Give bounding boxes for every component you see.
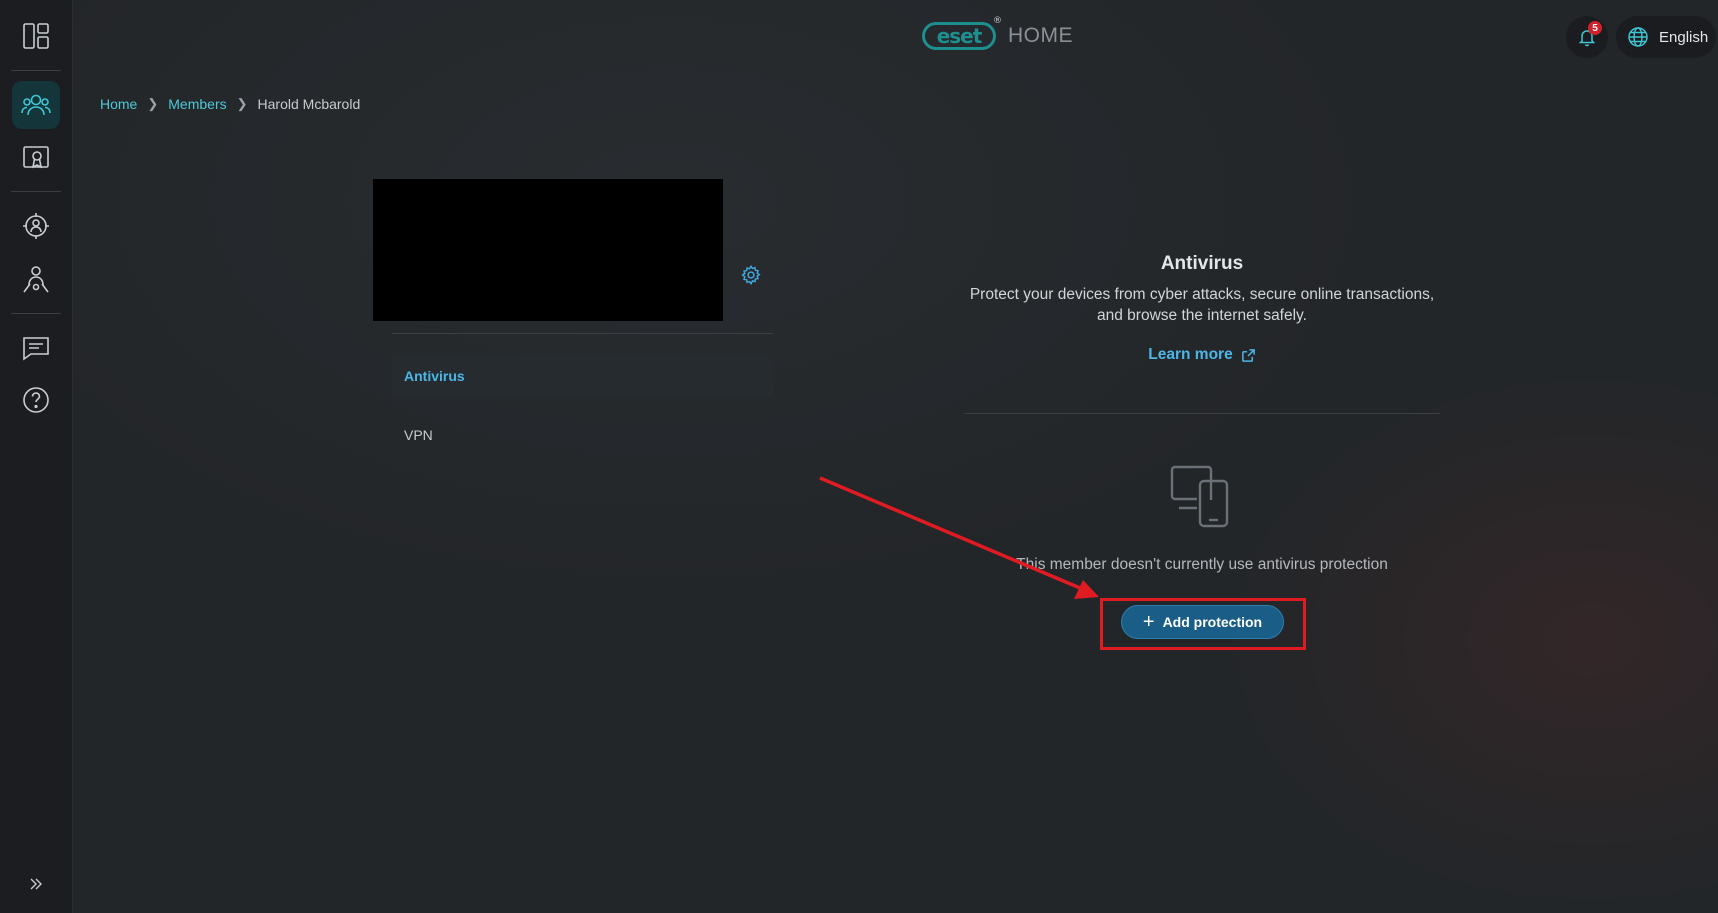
language-selector[interactable]: English bbox=[1616, 16, 1716, 58]
divider bbox=[964, 413, 1440, 414]
breadcrumb-current: Harold Mcbarold bbox=[257, 96, 361, 112]
sidebar-divider bbox=[11, 70, 61, 71]
learn-more-link[interactable]: Learn more bbox=[1148, 346, 1255, 364]
sidebar-divider bbox=[11, 313, 61, 314]
empty-state-text: This member doesn't currently use antivi… bbox=[1016, 556, 1388, 573]
antivirus-panel: Antivirus Protect your devices from cybe… bbox=[964, 246, 1440, 364]
divider bbox=[392, 333, 773, 334]
chevron-right-icon: ❯ bbox=[236, 96, 248, 111]
menu-item-antivirus[interactable]: Antivirus bbox=[392, 355, 773, 397]
breadcrumb-home[interactable]: Home bbox=[100, 96, 137, 112]
globe-icon bbox=[1628, 27, 1648, 47]
help-icon bbox=[23, 387, 49, 413]
sidebar-item-licenses[interactable] bbox=[12, 134, 60, 182]
notifications-button[interactable]: 5 bbox=[1566, 16, 1608, 58]
logo-suffix: HOME bbox=[1008, 24, 1073, 47]
sidebar-item-security[interactable] bbox=[12, 202, 60, 250]
chevron-right-icon: ❯ bbox=[147, 96, 159, 111]
learn-more-label: Learn more bbox=[1148, 346, 1233, 363]
sidebar-expand-button[interactable] bbox=[22, 872, 50, 896]
dashboard-icon bbox=[23, 23, 49, 49]
sidebar bbox=[0, 0, 73, 913]
family-icon bbox=[23, 266, 49, 293]
security-icon bbox=[23, 213, 49, 239]
sidebar-item-family[interactable] bbox=[12, 255, 60, 303]
logo-text: eset bbox=[936, 24, 983, 48]
breadcrumb-members[interactable]: Members bbox=[168, 96, 226, 112]
sidebar-item-dashboard[interactable] bbox=[12, 12, 60, 60]
member-image-redacted bbox=[373, 179, 723, 321]
annotation-highlight-box bbox=[1100, 598, 1306, 650]
background bbox=[72, 0, 1718, 913]
language-label: English bbox=[1659, 28, 1709, 46]
external-link-icon bbox=[1241, 348, 1255, 362]
annotation-arrow bbox=[819, 476, 1099, 599]
registered-mark: ® bbox=[993, 16, 1002, 26]
section-title: Antivirus bbox=[1160, 253, 1244, 274]
sidebar-item-messages[interactable] bbox=[12, 324, 60, 372]
section-description: Protect your devices from cyber attacks,… bbox=[969, 286, 1435, 324]
notification-count-badge: 5 bbox=[1588, 21, 1602, 35]
chat-icon bbox=[23, 337, 49, 361]
gear-icon bbox=[741, 264, 761, 286]
sidebar-item-members[interactable] bbox=[12, 81, 60, 129]
breadcrumb: Home ❯ Members ❯ Harold Mcbarold bbox=[100, 96, 360, 112]
sidebar-divider bbox=[11, 191, 61, 192]
menu-item-vpn[interactable]: VPN bbox=[392, 414, 773, 456]
license-icon bbox=[23, 146, 49, 169]
eset-logo-badge: eset ® bbox=[922, 16, 1002, 50]
members-icon bbox=[21, 94, 51, 116]
eset-home-logo[interactable]: eset ® HOME bbox=[922, 16, 1073, 52]
devices-icon bbox=[1170, 465, 1229, 528]
double-chevron-right-icon bbox=[30, 878, 42, 890]
sidebar-item-help[interactable] bbox=[12, 376, 60, 424]
member-settings-button[interactable] bbox=[738, 262, 764, 288]
